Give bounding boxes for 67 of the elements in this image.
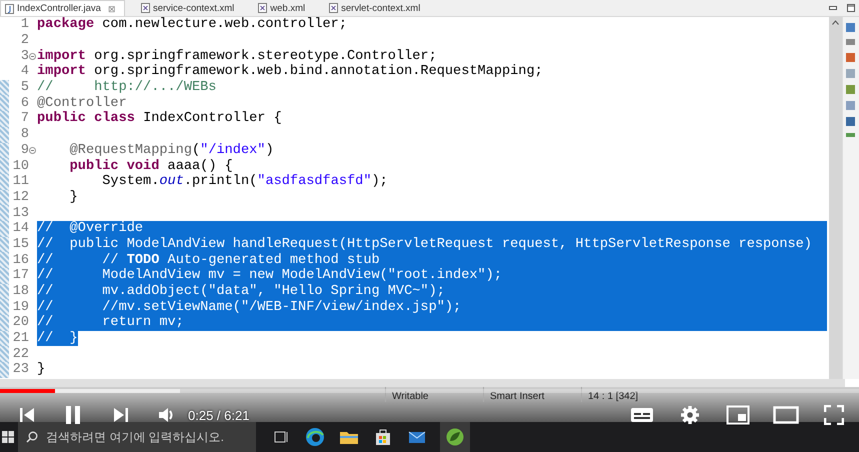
skip-back-icon <box>18 406 36 424</box>
windows-logo-icon[interactable] <box>2 431 14 443</box>
line-number: 19 <box>12 300 29 315</box>
line-number: 13 <box>12 206 29 221</box>
editor-tab[interactable]: service-context.xml <box>136 0 242 16</box>
line-number: 7 <box>20 111 29 126</box>
playback-time: 0:25 / 6:21 <box>188 408 250 422</box>
line-number: 1 <box>20 17 29 32</box>
xml-file-icon <box>329 3 338 13</box>
search-icon <box>26 431 38 443</box>
horizontal-scrollbar[interactable] <box>0 379 845 387</box>
code-line: package com.newlecture.web.controller; <box>37 17 347 33</box>
vertical-scrollbar[interactable] <box>829 17 842 379</box>
code-line: import org.springframework.web.bind.annotation.RequestMapping; <box>37 64 543 80</box>
code-line: @Controller <box>37 95 127 111</box>
fullscreen-icon <box>824 405 844 425</box>
skip-forward-icon <box>112 406 130 424</box>
java-file-icon <box>5 4 14 14</box>
code-line: import org.springframework.stereotype.Controller; <box>37 48 437 64</box>
line-number: 8 <box>20 127 29 142</box>
xml-file-icon <box>258 3 268 13</box>
code-line: public class IndexController { <box>37 111 282 127</box>
status-field: 14 : 1 [342] <box>581 387 679 402</box>
status-field: Writable <box>385 387 483 402</box>
taskbar-search-field[interactable]: 검색하려면 여기에 입력하십시오. <box>18 422 256 452</box>
line-number: 20 <box>12 315 29 330</box>
pause-icon <box>64 405 82 425</box>
line-number: 2 <box>20 33 29 48</box>
editor-tab[interactable]: servlet-context.xml <box>325 0 428 16</box>
code-line: } <box>37 362 46 378</box>
line-number: 10 <box>12 158 29 174</box>
status-field: Smart Insert <box>483 387 581 402</box>
settings-icon <box>680 405 700 425</box>
collapse-icon[interactable] <box>29 52 36 60</box>
collapse-icon[interactable] <box>29 146 36 154</box>
line-number: 15 <box>12 236 29 252</box>
line-number: 4 <box>20 64 29 80</box>
line-number: 22 <box>12 346 29 362</box>
line-number: 12 <box>12 190 29 205</box>
code-line: public void aaaa() { <box>68 158 233 174</box>
editor-tab[interactable]: IndexController.java ⊠ <box>0 0 125 16</box>
line-number: 21 <box>12 331 29 346</box>
line-number: 23 <box>12 362 29 378</box>
code-line: } <box>68 190 78 206</box>
browser-icon[interactable] <box>304 426 326 448</box>
taskbar-app-button[interactable] <box>440 422 470 452</box>
xml-file-icon <box>140 3 150 13</box>
minimize-icon[interactable] <box>829 6 837 10</box>
miniplayer-icon <box>726 405 750 425</box>
line-number: 3 <box>20 48 29 64</box>
editor-tab[interactable]: web.xml <box>254 0 314 16</box>
line-number: 6 <box>20 96 29 111</box>
line-number: 11 <box>12 174 29 190</box>
maximize-icon[interactable] <box>847 4 855 12</box>
line-number: 16 <box>12 252 29 268</box>
leaf-icon <box>445 427 465 447</box>
line-number: 5 <box>20 80 29 96</box>
line-number: 18 <box>12 284 29 300</box>
wide-rectangle-icon <box>773 406 799 424</box>
line-number: 14 <box>12 221 29 236</box>
code-line: // http://.../WEBs <box>37 80 216 96</box>
code-line: System.out.println("asdfasdfasfd"); <box>101 174 388 190</box>
code-line: @RequestMapping("/index") <box>68 142 274 158</box>
scroll-up-icon[interactable] <box>832 20 839 25</box>
line-number: 9 <box>20 142 29 158</box>
captions-icon <box>630 406 654 424</box>
line-number: 17 <box>12 268 29 284</box>
